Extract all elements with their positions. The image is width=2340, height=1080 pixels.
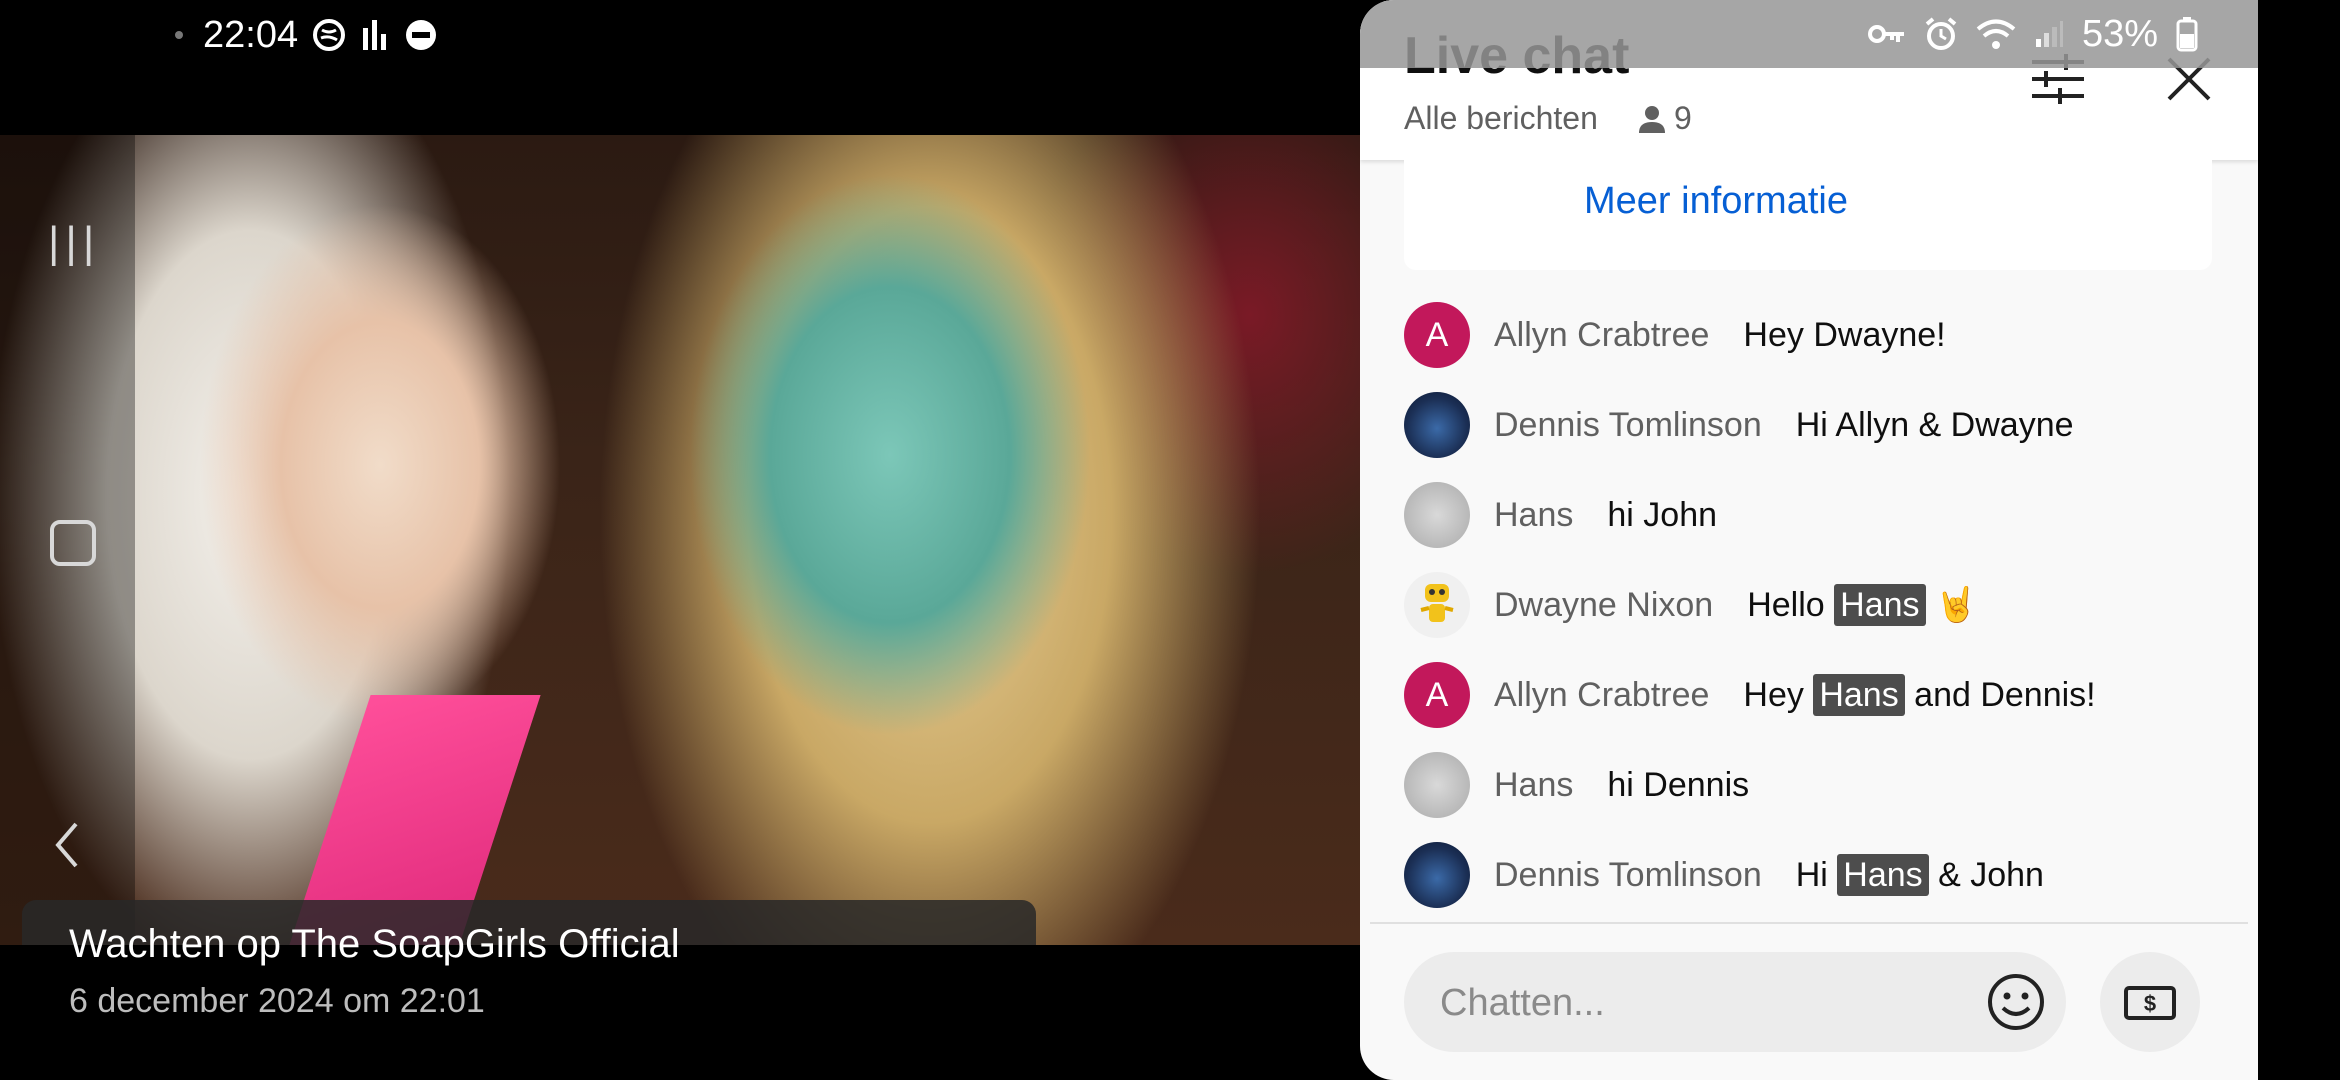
message-text-part: hi Dennis <box>1607 765 1750 804</box>
smiley-icon <box>1988 974 2044 1030</box>
chat-message: A Allyn Crabtree Hey Dwayne! <box>1404 290 2224 380</box>
message-text: Hey Dwayne! <box>1743 316 1945 355</box>
video-title: Wachten op The SoapGirls Official <box>69 922 680 966</box>
message-text-part: Hey Dwayne! <box>1743 315 1946 354</box>
battery-icon <box>2176 17 2198 52</box>
message-author[interactable]: Dwayne Nixon <box>1494 586 1713 625</box>
back-button[interactable] <box>52 820 80 875</box>
message-text: hi John <box>1607 496 1717 535</box>
svg-text:$: $ <box>2144 991 2156 1016</box>
robot-avatar-icon <box>1420 584 1454 622</box>
message-text: Hi Hans & John <box>1795 853 2044 896</box>
message-text-part: Hi <box>1795 855 1838 894</box>
more-info-link[interactable]: Meer informatie <box>1584 180 1848 223</box>
mention-chip[interactable]: Hans <box>1837 853 1929 896</box>
input-divider <box>1370 922 2248 924</box>
chat-message: Dwayne Nixon Hello Hans 🤘 <box>1404 560 2224 650</box>
message-text-part: 🤘 <box>1925 586 1978 624</box>
chat-filter-dropdown[interactable]: Alle berichten <box>1404 100 1598 137</box>
mention-chip[interactable]: Hans <box>1834 584 1926 626</box>
do-not-disturb-icon <box>406 20 437 50</box>
avatar[interactable] <box>1404 842 1470 908</box>
status-bar-left: 22:04 <box>175 10 438 60</box>
emoji-button[interactable] <box>1986 972 2046 1032</box>
home-button[interactable] <box>50 520 96 566</box>
message-author[interactable]: Hans <box>1494 496 1573 535</box>
chat-input[interactable] <box>1438 976 1942 1030</box>
message-text-part: & John <box>1928 855 2044 894</box>
data-usage-icon <box>363 20 387 50</box>
viewer-count-value: 9 <box>1674 100 1692 136</box>
message-author[interactable]: Allyn Crabtree <box>1494 676 1709 715</box>
message-text-part: and Dennis! <box>1904 675 2096 714</box>
video-player[interactable] <box>0 135 1360 945</box>
avatar[interactable] <box>1404 482 1470 548</box>
chat-message: Hans hi John <box>1404 470 2224 560</box>
avatar[interactable] <box>1404 752 1470 818</box>
alarm-icon <box>1925 17 1957 50</box>
viewer-count: 9 <box>1638 100 1692 137</box>
vpn-globe-icon <box>313 19 346 51</box>
chevron-left-icon <box>55 822 78 868</box>
status-bar-right: 53% <box>1360 0 2258 68</box>
avatar[interactable] <box>1404 572 1470 638</box>
notification-dot <box>175 31 183 39</box>
recent-apps-button[interactable]: ||| <box>48 218 100 268</box>
vpn-key-icon <box>1867 25 1904 43</box>
person-icon <box>1639 105 1665 133</box>
message-author[interactable]: Hans <box>1494 766 1573 805</box>
battery-percentage: 53% <box>2081 12 2158 55</box>
message-text: Hi Allyn & Dwayne <box>1796 406 2074 445</box>
message-text-part: Hi Allyn & Dwayne <box>1795 405 2074 444</box>
message-author[interactable]: Dennis Tomlinson <box>1494 856 1762 895</box>
signal-icon <box>2035 21 2063 47</box>
money-icon: $ <box>2124 986 2176 1020</box>
mention-chip[interactable]: Hans <box>1813 673 1905 716</box>
info-card: Meer informatie <box>1404 160 2212 270</box>
avatar[interactable]: A <box>1404 302 1470 368</box>
message-text: Hey Hans and Dennis! <box>1743 673 2096 716</box>
status-time: 22:04 <box>203 13 299 56</box>
live-chat-panel: Live chat Alle berichten 9 53% Mee <box>1360 0 2258 1080</box>
message-text: Hello Hans 🤘 <box>1747 584 1978 626</box>
message-author[interactable]: Dennis Tomlinson <box>1494 406 1762 445</box>
message-text-part: Hey <box>1743 675 1814 714</box>
chat-message: Hans hi Dennis <box>1404 740 2224 830</box>
chat-input-container[interactable] <box>1404 952 2066 1052</box>
chat-message: Dennis Tomlinson Hi Hans & John <box>1404 830 2224 920</box>
chat-message: A Allyn Crabtree Hey Hans and Dennis! <box>1404 650 2224 740</box>
chat-message: Dennis Tomlinson Hi Allyn & Dwayne <box>1404 380 2224 470</box>
super-chat-button[interactable]: $ <box>2100 952 2200 1052</box>
message-text-part: Hello <box>1747 586 1835 624</box>
wifi-icon <box>1976 19 2016 49</box>
message-author[interactable]: Allyn Crabtree <box>1494 316 1709 355</box>
avatar[interactable] <box>1404 392 1470 458</box>
chat-message-list[interactable]: A Allyn Crabtree Hey Dwayne! Dennis Toml… <box>1404 290 2224 920</box>
message-text: hi Dennis <box>1607 766 1749 805</box>
video-date: 6 december 2024 om 22:01 <box>69 982 485 1020</box>
avatar[interactable]: A <box>1404 662 1470 728</box>
message-text-part: hi John <box>1607 495 1718 534</box>
